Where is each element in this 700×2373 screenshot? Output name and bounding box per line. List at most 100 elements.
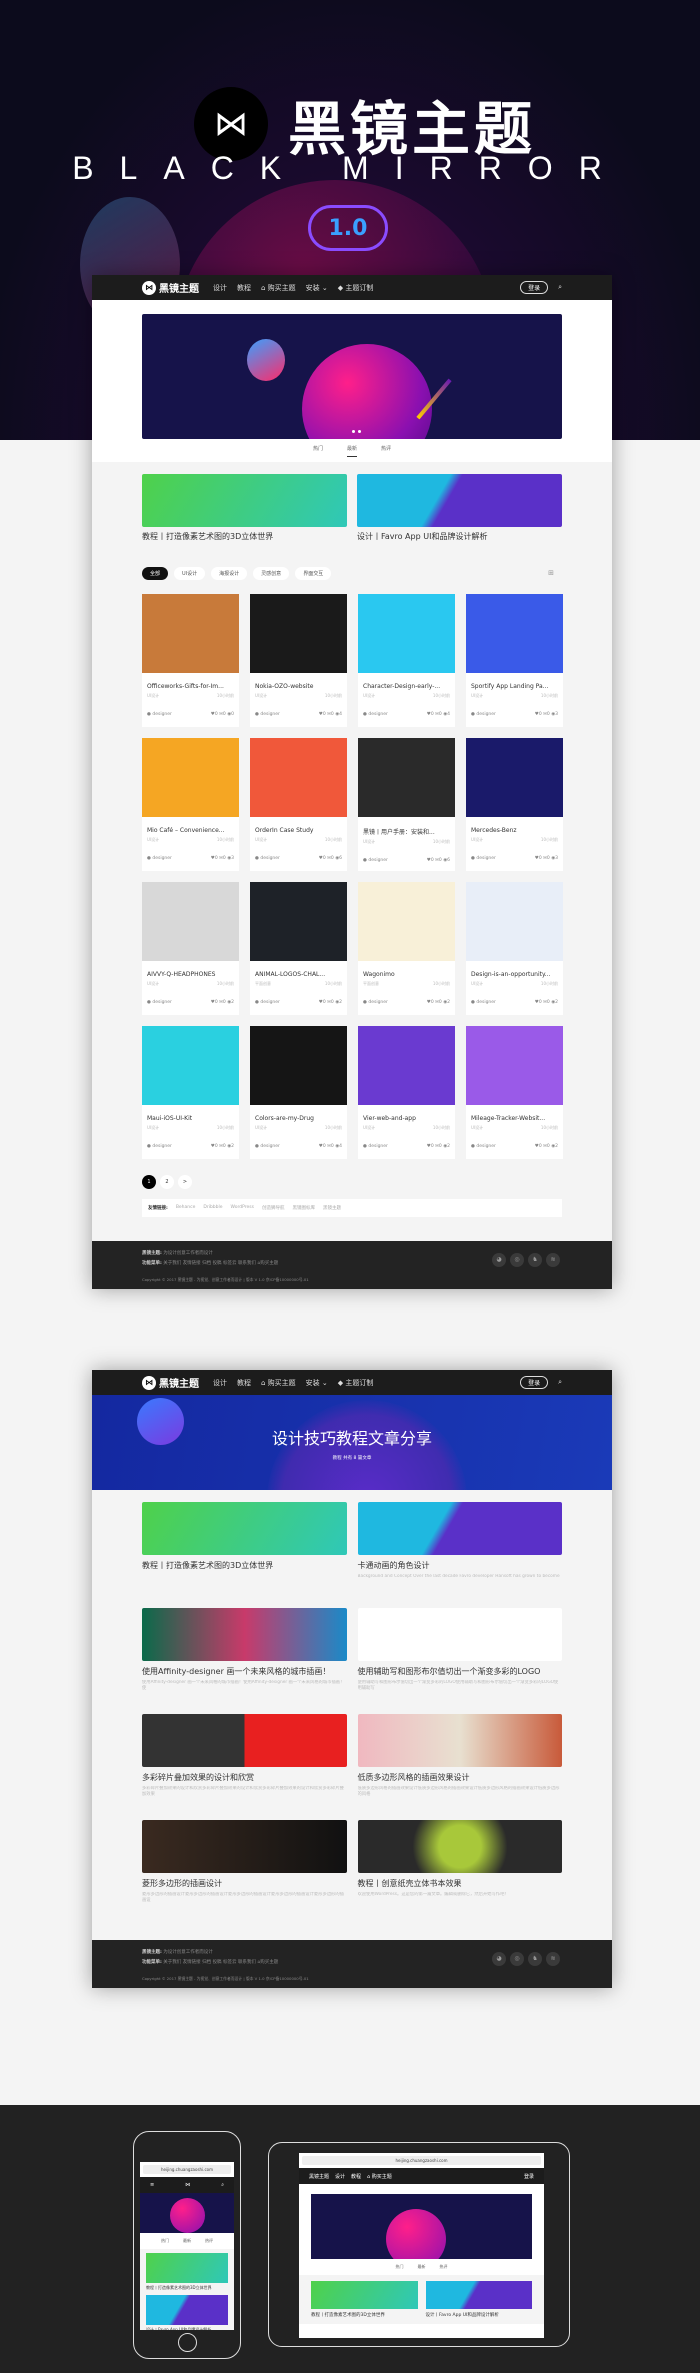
project-card[interactable]: Mercedes-Benz UI设计 10小时前 ● designer ♥0 ✉0 ◉3	[466, 738, 563, 871]
wechat-icon[interactable]: ◕	[492, 1253, 506, 1267]
qq-icon[interactable]: ♞	[528, 1952, 542, 1966]
card-title[interactable]: Design-is-an-opportunity...	[466, 961, 563, 978]
post-thumbnail[interactable]	[357, 474, 562, 527]
project-card[interactable]: Maui-iOS-UI-Kit UI设计 10小时前 ● designer ♥0 ✉0 …	[142, 1026, 239, 1159]
card-category[interactable]: UI设计	[255, 837, 267, 843]
post-title[interactable]: 教程丨打造像素艺术图的3D立体世界	[142, 531, 347, 542]
card-category[interactable]: UI设计	[471, 981, 483, 987]
card-category[interactable]: UI设计	[147, 693, 159, 699]
post-title[interactable]: 设计丨Favro App UI和品牌设计解析	[426, 2312, 533, 2318]
nav-item[interactable]: ⌂ 购买主题	[261, 283, 296, 293]
post-thumbnail[interactable]	[142, 1502, 347, 1555]
friend-link[interactable]: 创造狮导航	[262, 1205, 285, 1211]
author[interactable]: ● designer	[363, 858, 388, 863]
post-item[interactable]: 卡通动画的角色设计 Background and Concept Over the…	[357, 1502, 563, 1608]
tab[interactable]: 热门	[396, 2264, 404, 2270]
card-thumbnail[interactable]	[466, 882, 563, 961]
project-card[interactable]: Nokia-OZO-website UI设计 10小时前 ● designer ♥0 ✉…	[250, 594, 347, 727]
nav-item[interactable]: 教程	[237, 1378, 251, 1388]
nav-brand[interactable]: ⋈ 黑镜主题	[142, 280, 199, 295]
card-thumbnail[interactable]	[358, 1026, 455, 1105]
brand-name[interactable]: 黑镜主题	[309, 2173, 329, 2180]
post-title[interactable]: 设计丨Favro App UI和品牌设计解析	[357, 531, 562, 542]
nav-item[interactable]: ⌂ 购买主题	[261, 1378, 296, 1388]
card-title[interactable]: 黑镜丨用户手册：安装和...	[358, 817, 455, 836]
card-thumbnail[interactable]	[358, 594, 455, 673]
page-button[interactable]: >	[178, 1175, 192, 1189]
post-thumbnail[interactable]	[142, 474, 347, 527]
post-title[interactable]: 教程丨打造像素艺术图的3D立体世界	[142, 1560, 347, 1571]
card-category[interactable]: UI设计	[471, 837, 483, 843]
card-category[interactable]: UI设计	[363, 1125, 375, 1131]
post-title[interactable]: 使用辅助写和图形布尔值切出一个渐变多彩的LOGO	[358, 1666, 563, 1677]
card-category[interactable]: UI设计	[255, 693, 267, 699]
footer-menu-link[interactable]: 归档	[202, 1960, 211, 1965]
card-category[interactable]: UI设计	[471, 693, 483, 699]
search-icon[interactable]: ⌕	[221, 2182, 224, 2188]
card-title[interactable]: Character-Design-early-...	[358, 673, 455, 690]
nav-item[interactable]: 教程	[351, 2173, 361, 2180]
post-thumbnail[interactable]	[142, 1714, 347, 1767]
footer-menu-link[interactable]: 关于我们	[163, 1261, 181, 1266]
post-thumbnail[interactable]	[357, 1608, 562, 1661]
card-title[interactable]: Wagonimo	[358, 961, 455, 978]
post-item[interactable]: 使用辅助写和图形布尔值切出一个渐变多彩的LOGO 使用辅助写和图形布尔值切出一个渐…	[357, 1608, 563, 1714]
footer-menu-link[interactable]: 投稿	[213, 1261, 222, 1266]
card-thumbnail[interactable]	[250, 594, 347, 673]
nav-item[interactable]: 教程	[237, 283, 251, 293]
post-thumbnail[interactable]	[357, 1502, 562, 1555]
project-card[interactable]: Colors-are-my-Drug UI设计 10小时前 ● designer ♥0 …	[250, 1026, 347, 1159]
project-card[interactable]: Sportify App Landing Pa... UI设计 10小时前 ● des…	[466, 594, 563, 727]
nav-item[interactable]: 设计	[335, 2173, 345, 2180]
card-title[interactable]: Officeworks-Gifts-for-Im...	[142, 673, 239, 690]
post-title[interactable]: 卡通动画的角色设计	[358, 1560, 563, 1571]
post-title[interactable]: 多彩碎片叠加效果的设计和欣赏	[142, 1772, 347, 1783]
post-title[interactable]: 教程丨打造像素艺术图的3D立体世界	[311, 2312, 418, 2318]
card-thumbnail[interactable]	[142, 1026, 239, 1105]
author[interactable]: ● designer	[471, 856, 496, 861]
card-title[interactable]: Mio Café – Convenience...	[142, 817, 239, 834]
footer-menu-link[interactable]: 归档	[202, 1261, 211, 1266]
project-card[interactable]: Officeworks-Gifts-for-Im... UI设计 10小时前 ● de…	[142, 594, 239, 727]
post-title[interactable]: 菱形多边形的插画设计	[142, 1878, 347, 1889]
friend-link[interactable]: 黑镜图标库	[292, 1205, 315, 1211]
qq-icon[interactable]: ♞	[528, 1253, 542, 1267]
card-title[interactable]: Sportify App Landing Pa...	[466, 673, 563, 690]
project-card[interactable]: Wagonimo 平面创意 10小时前 ● designer ♥0 ✉0 ◉2	[358, 882, 455, 1015]
tab-0[interactable]: 热门	[313, 445, 323, 457]
friend-link[interactable]: Behance	[176, 1205, 196, 1211]
featured-post[interactable]: 教程丨打造像素艺术图的3D立体世界	[142, 474, 347, 542]
footer-menu-link[interactable]: 联系我们	[238, 1261, 256, 1266]
card-thumbnail[interactable]	[358, 882, 455, 961]
nav-brand[interactable]: ⋈ 黑镜主题	[142, 1375, 199, 1390]
login-button[interactable]: 登录	[520, 281, 549, 294]
nav-item[interactable]: 安装 ⌄	[306, 1378, 328, 1388]
card-category[interactable]: 平面创意	[363, 981, 379, 987]
carousel-dots[interactable]	[352, 430, 361, 433]
author[interactable]: ● designer	[471, 1144, 496, 1149]
nav-item[interactable]: ◆ 主题订制	[338, 283, 374, 293]
filter-chip[interactable]: 界面交互	[295, 566, 332, 580]
tab[interactable]: 热评	[205, 2238, 213, 2244]
card-thumbnail[interactable]	[250, 1026, 347, 1105]
card-title[interactable]: Mileage-Tracker-Websit...	[466, 1105, 563, 1122]
tab-2[interactable]: 热评	[381, 445, 391, 457]
project-card[interactable]: Vier-web-and-app UI设计 10小时前 ● designer ♥0 ✉0…	[358, 1026, 455, 1159]
footer-menu-link[interactable]: 友情链接	[183, 1960, 201, 1965]
footer-menu-link[interactable]: 投稿	[213, 1960, 222, 1965]
carousel-slide[interactable]	[142, 314, 562, 439]
card-category[interactable]: UI设计	[147, 1125, 159, 1131]
footer-menu-link[interactable]: ⌂购买主题	[257, 1261, 278, 1266]
nav-item[interactable]: 安装 ⌄	[306, 283, 328, 293]
login-button[interactable]: 登录	[520, 1376, 549, 1389]
project-card[interactable]: OrderIn Case Study UI设计 10小时前 ● designer ♥0 …	[250, 738, 347, 871]
login-button[interactable]: 登录	[524, 2173, 534, 2180]
post-item[interactable]: 使用Affinity-designer 画一个未来风格的城市插画！ 使用Affin…	[142, 1608, 347, 1714]
author[interactable]: ● designer	[147, 1144, 172, 1149]
footer-menu-link[interactable]: 友情链接	[183, 1261, 201, 1266]
search-icon[interactable]: ⌕	[558, 1378, 562, 1387]
project-card[interactable]: Design-is-an-opportunity... UI设计 10小时前 ● de…	[466, 882, 563, 1015]
weibo-icon[interactable]: ◎	[510, 1253, 524, 1267]
url-bar[interactable]: heijing.chuangzaoshi.com	[302, 2156, 541, 2165]
author[interactable]: ● designer	[147, 856, 172, 861]
